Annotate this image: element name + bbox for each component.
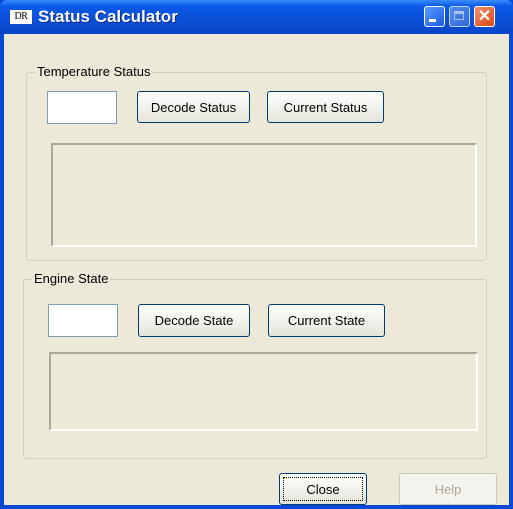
engine-state-output [49,352,478,431]
maximize-button [449,6,470,27]
status-calculator-window: DR Status Calculator ✕ Temperature Statu… [0,0,513,509]
focus-ring [283,477,363,501]
app-icon: DR [10,10,32,24]
minimize-icon [429,19,436,22]
temperature-status-input[interactable] [47,91,117,124]
window-title: Status Calculator [38,7,178,26]
close-window-button[interactable]: ✕ [474,6,495,27]
help-button: Help [399,473,497,505]
decode-status-button[interactable]: Decode Status [137,91,250,123]
temperature-status-output [51,143,477,247]
maximize-icon [454,11,464,20]
minimize-button[interactable] [424,6,445,27]
temperature-status-legend: Temperature Status [35,64,153,80]
close-icon: ✕ [477,8,492,25]
close-button[interactable]: Close [279,473,367,505]
engine-state-legend: Engine State [32,271,111,287]
engine-state-input[interactable] [48,304,118,337]
title-bar[interactable]: DR Status Calculator ✕ [0,0,513,34]
current-status-button[interactable]: Current Status [267,91,384,123]
current-state-button[interactable]: Current State [268,304,385,337]
dialog-client-area: Temperature Status Decode Status Current… [4,34,509,505]
engine-state-group: Engine State Decode State Current State [23,271,487,459]
decode-state-button[interactable]: Decode State [138,304,250,337]
temperature-status-group: Temperature Status Decode Status Current… [26,64,487,261]
